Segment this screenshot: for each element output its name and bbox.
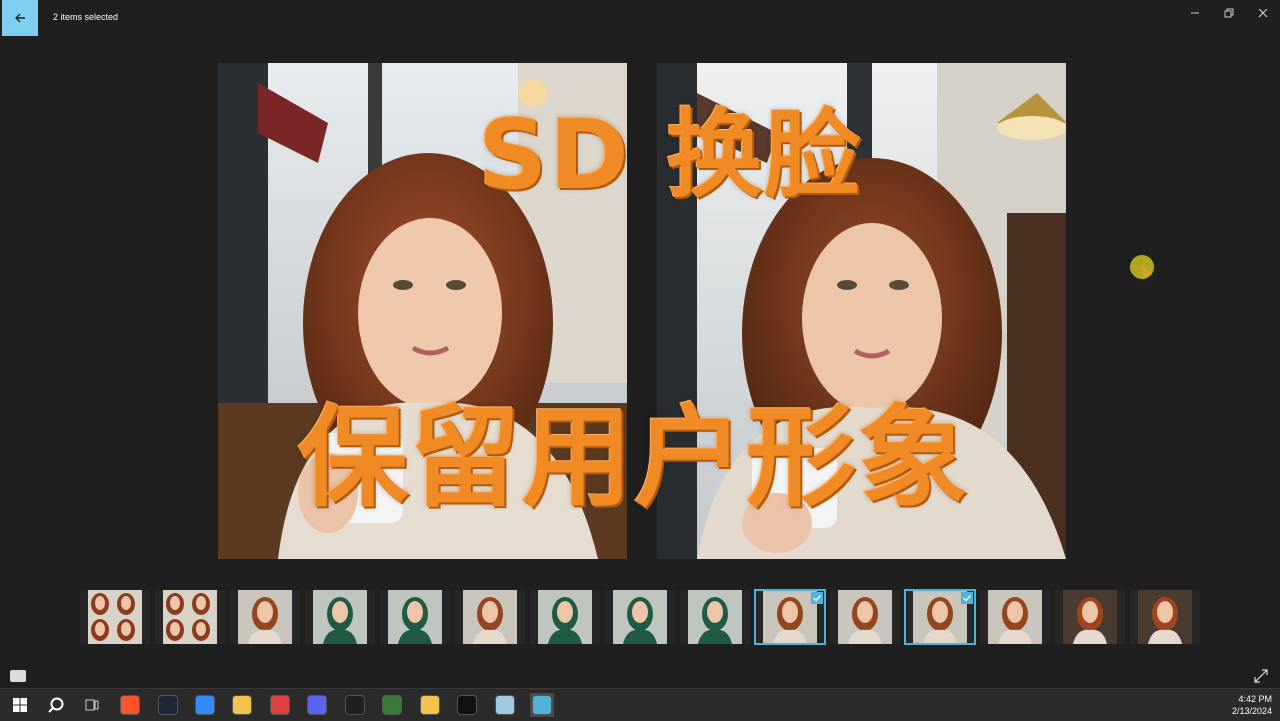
filmstrip-thumbnail[interactable] [1130, 590, 1200, 644]
filmstrip-thumbnail[interactable] [904, 589, 976, 645]
tree-app-icon[interactable] [380, 693, 404, 717]
selected-check-icon[interactable] [811, 592, 823, 604]
search-icon[interactable] [44, 693, 68, 717]
zoom-icon[interactable] [193, 693, 217, 717]
filmstrip-thumbnail[interactable] [155, 590, 225, 644]
taskbar: 4:42 PM 2/13/2024 [0, 688, 1280, 721]
filmstrip-thumbnail[interactable] [605, 590, 675, 644]
task-view-icon[interactable] [80, 693, 104, 717]
thumbnail-image [680, 590, 750, 644]
photo-right-image [657, 63, 1066, 559]
pin-app-icon[interactable] [268, 693, 292, 717]
steam-icon[interactable] [156, 693, 180, 717]
thumbnail-image [155, 590, 225, 644]
selected-check-icon[interactable] [961, 592, 973, 604]
close-icon [1258, 8, 1268, 18]
minimize-button[interactable] [1180, 4, 1210, 22]
photo-right[interactable] [657, 63, 1066, 559]
clock-date: 2/13/2024 [1231, 706, 1272, 716]
back-button[interactable] [2, 0, 38, 36]
filmstrip-thumbnail[interactable] [680, 590, 750, 644]
thumbnail-image [830, 590, 900, 644]
title-bar: 2 items selected [0, 0, 1280, 36]
filmstrip-thumbnail[interactable] [230, 590, 300, 644]
thumbnail-image [455, 590, 525, 644]
filmstrip-thumbnail[interactable] [1055, 590, 1125, 644]
thumbnail-image [1130, 590, 1200, 644]
back-arrow-icon [15, 13, 25, 23]
thumbnail-image [605, 590, 675, 644]
thumbnail-image [980, 590, 1050, 644]
filmstrip-thumbnail[interactable] [455, 590, 525, 644]
folder-app-icon[interactable] [418, 693, 442, 717]
photos-icon[interactable] [530, 693, 554, 717]
file-explorer-icon[interactable] [230, 693, 254, 717]
expand-icon[interactable] [1254, 669, 1268, 683]
window-title: 2 items selected [53, 12, 119, 22]
brave-icon[interactable] [118, 693, 142, 717]
thumbnail-image [530, 590, 600, 644]
photo-left[interactable] [218, 63, 627, 559]
restore-button[interactable] [1214, 4, 1244, 22]
bottom-toolbar [0, 664, 1280, 688]
keyboard-icon[interactable] [10, 670, 26, 682]
clock-time: 4:42 PM [1238, 694, 1272, 704]
filmstrip [80, 589, 1200, 646]
thumbnail-image [80, 590, 150, 644]
filmstrip-thumbnail[interactable] [530, 590, 600, 644]
discord-icon[interactable] [305, 693, 329, 717]
windows-start-icon[interactable] [8, 693, 32, 717]
obs-icon[interactable] [343, 693, 367, 717]
filmstrip-thumbnail[interactable] [754, 589, 826, 645]
system-clock[interactable]: 4:42 PM 2/13/2024 [1232, 693, 1272, 717]
filmstrip-thumbnail[interactable] [980, 590, 1050, 644]
restore-icon [1224, 8, 1234, 18]
thumbnail-image [305, 590, 375, 644]
filmstrip-thumbnail[interactable] [305, 590, 375, 644]
filmstrip-thumbnail[interactable] [380, 590, 450, 644]
minimize-icon [1191, 12, 1199, 14]
filmstrip-thumbnail[interactable] [80, 590, 150, 644]
filmstrip-thumbnail[interactable] [830, 590, 900, 644]
thumbnail-image [230, 590, 300, 644]
thumbnail-image [380, 590, 450, 644]
close-button[interactable] [1248, 4, 1278, 22]
notepad-icon[interactable] [493, 693, 517, 717]
thumbnail-image [1055, 590, 1125, 644]
photo-left-image [218, 63, 627, 559]
terminal-icon[interactable] [455, 693, 479, 717]
